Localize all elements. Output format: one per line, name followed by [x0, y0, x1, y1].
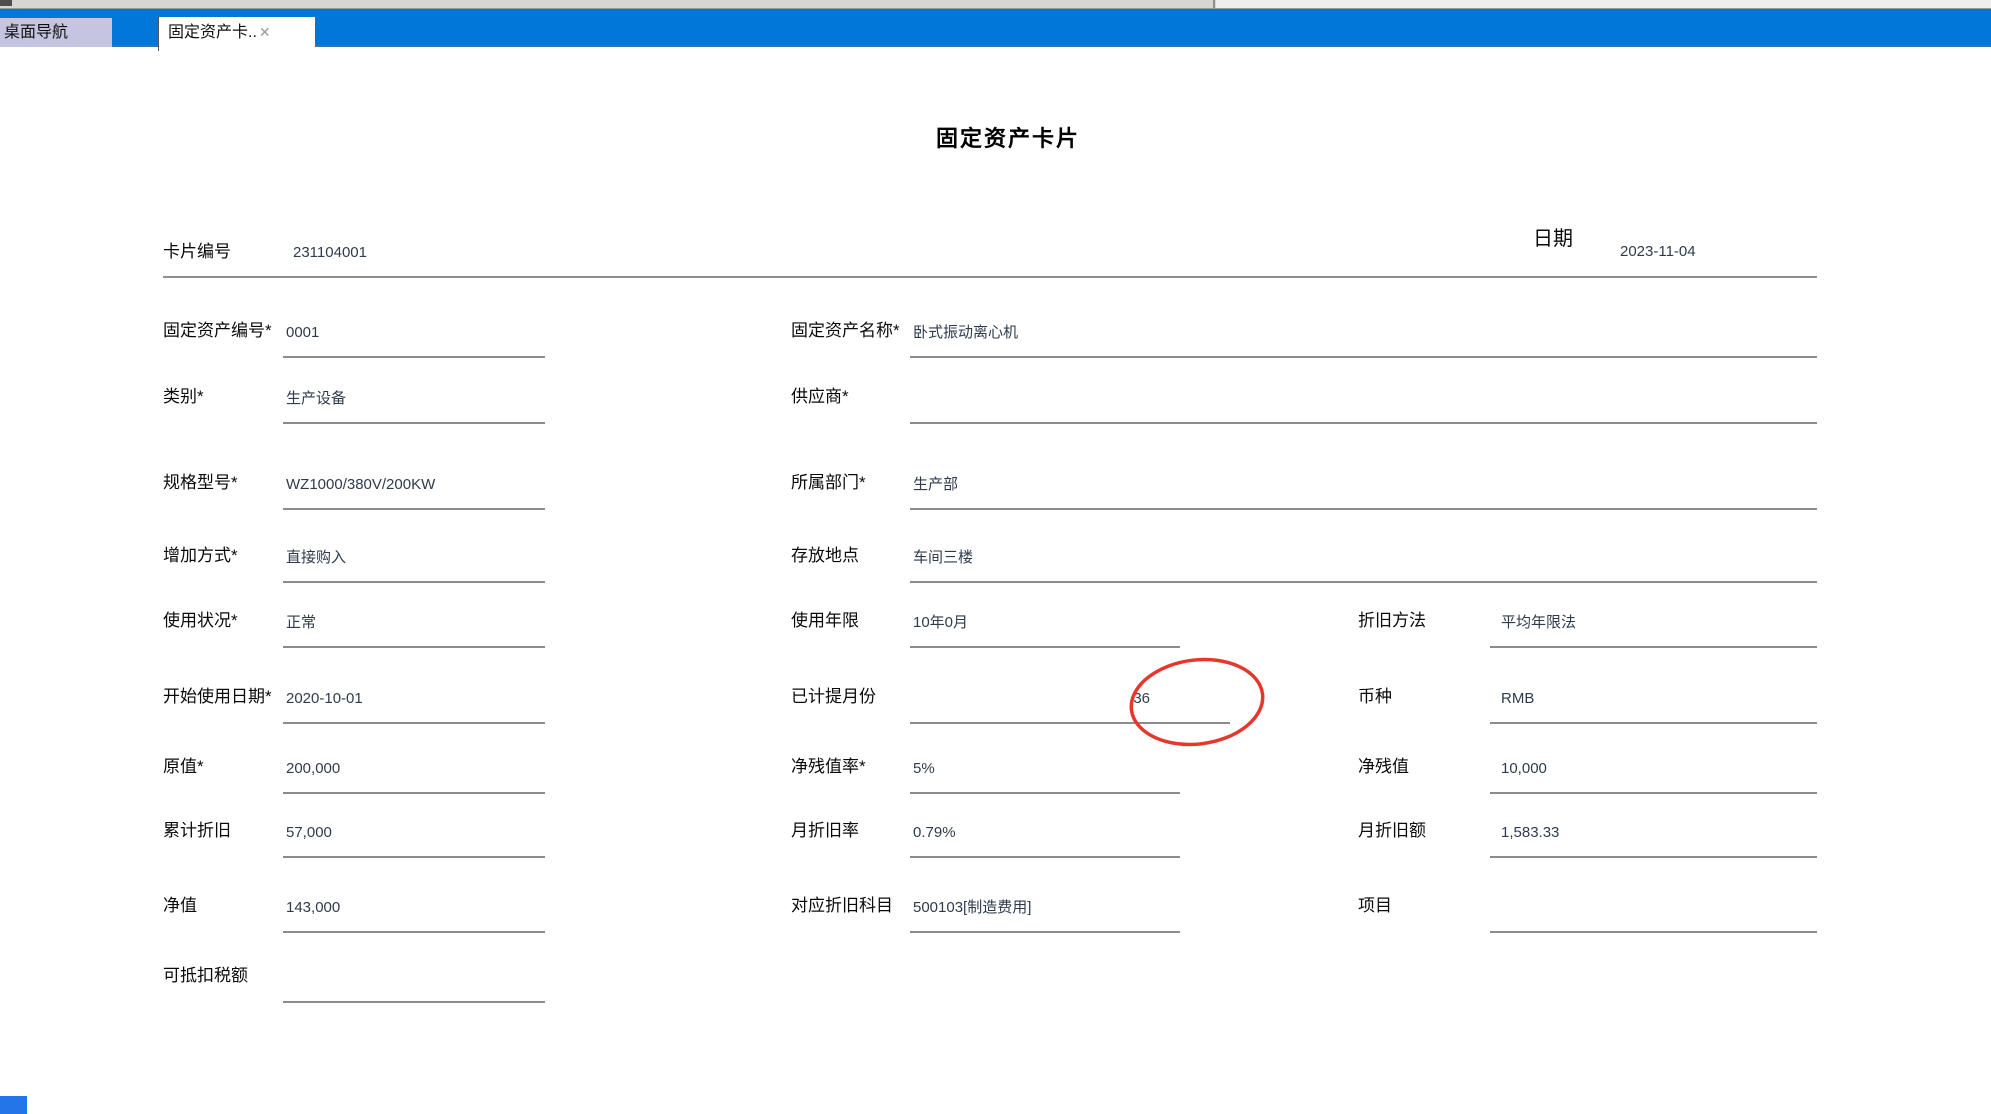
card-no-value: 231104001: [293, 243, 367, 263]
card-no-label: 卡片编号: [163, 241, 231, 263]
accum-depr-input[interactable]: 57,000: [283, 822, 545, 858]
add-method-label: 增加方式*: [163, 545, 238, 567]
location-input[interactable]: 车间三楼: [910, 547, 1817, 583]
asset-code-label: 固定资产编号*: [163, 320, 272, 342]
project-input[interactable]: [1490, 897, 1817, 933]
page-title: 固定资产卡片: [858, 121, 1158, 153]
taskbar-corner-fragment: [0, 1096, 27, 1114]
currency-input[interactable]: RMB: [1490, 688, 1817, 724]
asset-name-label: 固定资产名称*: [791, 320, 900, 342]
tab-fixed-asset-card[interactable]: 固定资产卡..✕: [158, 17, 315, 51]
spec-model-label: 规格型号*: [163, 472, 238, 494]
deductible-tax-label: 可抵扣税额: [163, 965, 248, 987]
usage-status-input[interactable]: 正常: [283, 612, 545, 648]
header-rule: [163, 276, 1817, 278]
asset-name-input[interactable]: 卧式振动离心机: [910, 322, 1817, 358]
depr-method-label: 折旧方法: [1358, 610, 1426, 632]
useful-life-label: 使用年限: [791, 610, 859, 632]
net-value-label: 净值: [163, 895, 197, 917]
supplier-input[interactable]: [910, 388, 1817, 424]
department-label: 所属部门*: [791, 472, 866, 494]
window-top-edge-right: [1216, 0, 1991, 8]
tab-desktop-nav-label: 桌面导航: [4, 24, 68, 41]
asset-code-input[interactable]: 0001: [283, 322, 545, 358]
window-top-edge: [0, 0, 1991, 9]
category-input[interactable]: 生产设备: [283, 388, 545, 424]
start-date-input[interactable]: 2020-10-01: [283, 688, 545, 724]
supplier-label: 供应商*: [791, 386, 849, 408]
window-edge-notch: [0, 0, 12, 6]
date-label: 日期: [1533, 227, 1573, 251]
original-value-input[interactable]: 200,000: [283, 758, 545, 794]
category-label: 类别*: [163, 386, 204, 408]
app-window: 桌面导航 固定资产卡..✕ 固定资产卡片 卡片编号 231104001 日期 2…: [0, 0, 1991, 1114]
net-value-input[interactable]: 143,000: [283, 897, 545, 933]
project-label: 项目: [1358, 895, 1392, 917]
location-label: 存放地点: [791, 545, 859, 567]
start-date-label: 开始使用日期*: [163, 686, 272, 708]
monthly-depr-rate-label: 月折旧率: [791, 820, 859, 842]
department-input[interactable]: 生产部: [910, 474, 1817, 510]
add-method-input[interactable]: 直接购入: [283, 547, 545, 583]
months-accrued-input[interactable]: 36: [910, 688, 1230, 724]
close-icon[interactable]: ✕: [259, 24, 271, 40]
residual-rate-input[interactable]: 5%: [910, 758, 1180, 794]
residual-value-label: 净残值: [1358, 756, 1409, 778]
monthly-depr-rate-input[interactable]: 0.79%: [910, 822, 1180, 858]
accum-depr-label: 累计折旧: [163, 820, 231, 842]
currency-label: 币种: [1358, 686, 1392, 708]
usage-status-label: 使用状况*: [163, 610, 238, 632]
monthly-depr-amount-label: 月折旧额: [1358, 820, 1426, 842]
original-value-label: 原值*: [163, 756, 204, 778]
tab-desktop-nav[interactable]: 桌面导航: [0, 18, 112, 47]
useful-life-input[interactable]: 10年0月: [910, 612, 1180, 648]
residual-rate-label: 净残值率*: [791, 756, 866, 778]
months-accrued-label: 已计提月份: [791, 686, 876, 708]
tab-fixed-asset-card-label: 固定资产卡..: [168, 24, 257, 41]
spec-model-input[interactable]: WZ1000/380V/200KW: [283, 474, 545, 510]
depr-account-input[interactable]: 500103[制造费用]: [910, 897, 1180, 933]
date-value: 2023-11-04: [1620, 242, 1696, 262]
window-edge-divider: [1213, 0, 1215, 8]
depr-method-input[interactable]: 平均年限法: [1490, 612, 1817, 648]
monthly-depr-amount-input[interactable]: 1,583.33: [1490, 822, 1817, 858]
depr-account-label: 对应折旧科目: [791, 895, 893, 917]
deductible-tax-input[interactable]: [283, 967, 545, 1003]
residual-value-input[interactable]: 10,000: [1490, 758, 1817, 794]
